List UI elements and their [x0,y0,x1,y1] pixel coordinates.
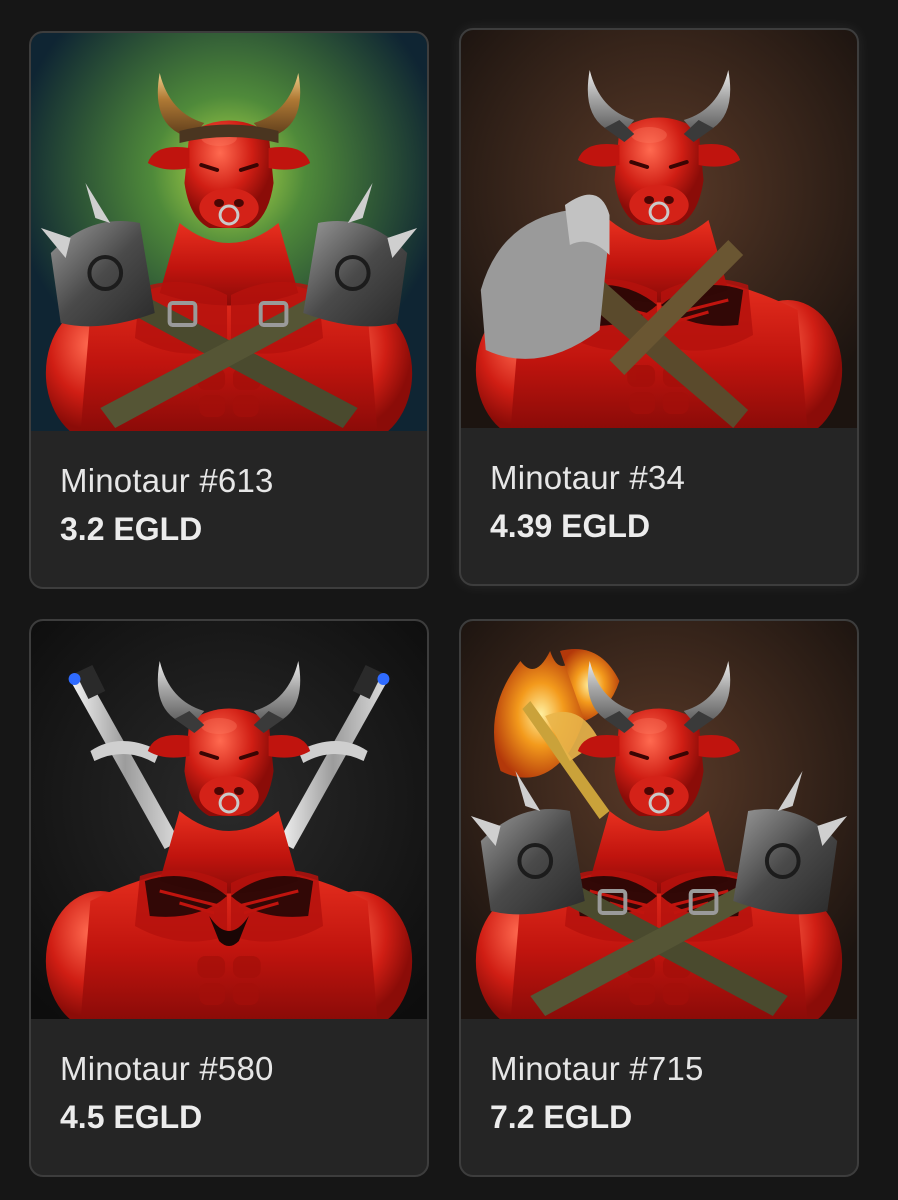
nft-info: Minotaur #715 7.2 EGLD [461,1019,857,1137]
nft-card[interactable]: Minotaur #613 3.2 EGLD [29,31,429,589]
nft-card[interactable]: Minotaur #580 4.5 EGLD [29,619,429,1177]
nft-image [461,30,857,428]
nft-image [31,33,427,431]
nft-price: 4.5 EGLD [60,1099,203,1135]
nft-title: Minotaur #34 [490,459,686,496]
nft-card[interactable]: Minotaur #34 4.39 EGLD [459,28,859,586]
nft-info: Minotaur #34 4.39 EGLD [461,428,857,546]
nft-price: 3.2 EGLD [60,511,203,547]
nft-title: Minotaur #613 [60,462,274,499]
nft-price: 4.39 EGLD [490,508,651,544]
nft-image [31,621,427,1019]
nft-info: Minotaur #613 3.2 EGLD [31,431,427,549]
nft-image [461,621,857,1019]
nft-card[interactable]: Minotaur #715 7.2 EGLD [459,619,859,1177]
nft-title: Minotaur #715 [490,1050,704,1087]
nft-title: Minotaur #580 [60,1050,274,1087]
nft-price: 7.2 EGLD [490,1099,633,1135]
nft-grid: Minotaur #613 3.2 EGLD Minotaur #34 4.39… [0,0,898,1200]
nft-info: Minotaur #580 4.5 EGLD [31,1019,427,1137]
